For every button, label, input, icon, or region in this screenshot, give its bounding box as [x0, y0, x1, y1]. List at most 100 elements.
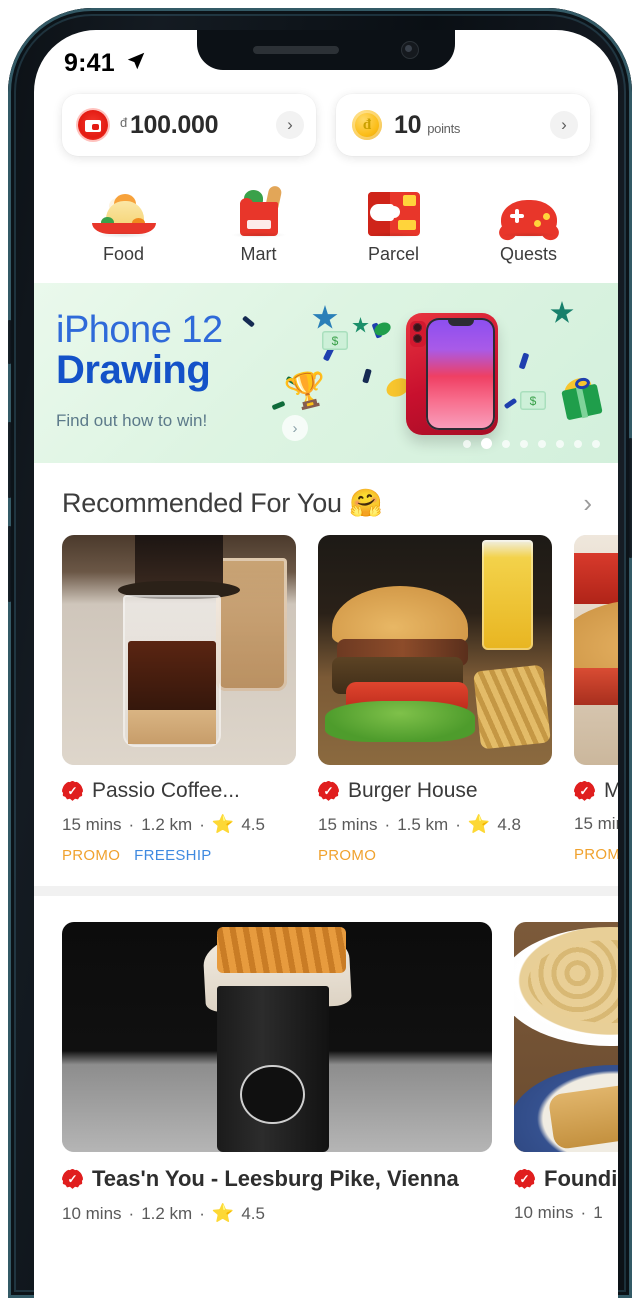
category-item-mart[interactable]: Mart	[191, 178, 326, 265]
rating-value: 4.5	[241, 814, 265, 834]
points-amount-value: 10	[394, 110, 422, 139]
points-chevron-icon[interactable]: ›	[550, 111, 578, 139]
restaurant-meta: 10 mins · 1	[514, 1203, 618, 1223]
wallet-icon	[78, 110, 108, 140]
restaurant-image	[62, 535, 296, 765]
pagination-dot[interactable]	[463, 439, 471, 448]
star-icon: ⭐	[211, 814, 235, 834]
confetti-piece	[271, 400, 286, 411]
meta-separator: ·	[384, 814, 391, 834]
phone-screen: 9:41 đ 100.000 › đ 10 points › Food Mart…	[34, 30, 618, 1298]
category-row: Food Mart Parcel Quests	[34, 168, 618, 283]
restaurant-name-row: ✓ Burger House	[318, 779, 552, 803]
distance: 1.2 km	[141, 814, 193, 834]
pagination-dot[interactable]	[502, 439, 510, 448]
wallet-chevron-icon[interactable]: ›	[276, 111, 304, 139]
recommended-cards-scroll[interactable]: ✓ Passio Coffee... 15 mins · 1.2 km · ⭐ …	[34, 535, 618, 864]
star-decoration	[312, 305, 338, 329]
delivery-time: 10 mins	[514, 1203, 574, 1222]
promo-banner[interactable]: iPhone 12 Drawing Find out how to win! ›	[34, 283, 618, 463]
pagination-dot[interactable]	[520, 439, 528, 448]
restaurant-name-row: ✓ Founding	[514, 1166, 618, 1192]
promo-title-line2: Drawing	[56, 348, 211, 392]
iphone-product-image	[406, 313, 498, 435]
restaurant-card[interactable]: ✓ Teas'n You - Leesburg Pike, Vienna 10 …	[62, 922, 492, 1224]
banner-pagination-dots[interactable]	[463, 438, 600, 449]
restaurant-card[interactable]: ✓ Passio Coffee... 15 mins · 1.2 km · ⭐ …	[62, 535, 296, 864]
location-arrow-icon	[125, 50, 147, 77]
promo-cta-chevron-icon[interactable]: ›	[282, 415, 308, 441]
wallet-amount-value: 100.000	[129, 110, 219, 139]
restaurant-image	[574, 535, 618, 765]
confetti-piece	[503, 397, 518, 410]
restaurant-name-row: ✓ Teas'n You - Leesburg Pike, Vienna	[62, 1166, 492, 1192]
power-button[interactable]	[628, 438, 632, 558]
promo-title-line1: iPhone 12	[56, 309, 223, 351]
pagination-dot[interactable]	[538, 439, 546, 448]
recommended-title: Recommended For You 🤗	[62, 488, 383, 518]
status-time: 9:41	[64, 48, 115, 77]
confetti-piece	[518, 352, 530, 370]
restaurant-name: M	[604, 779, 618, 802]
restaurant-name: Burger House	[348, 779, 478, 802]
category-item-parcel[interactable]: Parcel	[326, 178, 461, 265]
section-divider	[34, 886, 618, 896]
restaurant-name: Passio Coffee...	[92, 779, 240, 802]
restaurant-image	[514, 922, 618, 1152]
coin-icon: đ	[352, 110, 382, 140]
restaurant-name-row: ✓ Passio Coffee...	[62, 779, 296, 803]
mute-switch[interactable]	[8, 320, 12, 364]
category-label-quests: Quests	[499, 244, 558, 264]
restaurant-tags: PROMO	[574, 846, 618, 863]
restaurant-image	[62, 922, 492, 1152]
star-decoration	[550, 301, 574, 323]
verified-badge-icon: ✓	[574, 780, 595, 801]
wallet-amount: đ 100.000	[120, 110, 219, 140]
restaurant-name: Teas'n You - Leesburg Pike, Vienna	[92, 1166, 459, 1191]
points-amount: 10 points	[394, 111, 460, 140]
restaurant-meta: 15 mins · 1.2 km · ⭐ 4.5	[62, 814, 296, 835]
restaurant-name-row: ✓ M	[574, 779, 618, 803]
category-item-food[interactable]: Food	[56, 178, 191, 265]
promo-subtitle: Find out how to win!	[56, 411, 208, 430]
rating-value: 4.8	[497, 814, 521, 834]
nearby-cards-scroll[interactable]: ✓ Teas'n You - Leesburg Pike, Vienna 10 …	[34, 896, 618, 1224]
game-controller-icon	[493, 178, 565, 238]
pagination-dot[interactable]	[556, 439, 564, 448]
grocery-bag-icon	[223, 178, 295, 238]
verified-badge-icon: ✓	[62, 1168, 83, 1189]
restaurant-name: Founding	[544, 1166, 618, 1191]
star-decoration	[352, 317, 369, 333]
money-decoration: $	[520, 391, 546, 410]
pagination-dot-active[interactable]	[481, 438, 492, 449]
tag-promo: PROMO	[62, 847, 121, 864]
recommended-chevron-icon[interactable]: ›	[583, 488, 592, 519]
restaurant-card[interactable]: ✓ Burger House 15 mins · 1.5 km · ⭐ 4.8 …	[318, 535, 552, 864]
pagination-dot[interactable]	[574, 439, 582, 448]
currency-symbol: đ	[120, 114, 127, 130]
wallet-balance-card[interactable]: đ 100.000 ›	[62, 94, 316, 156]
confetti-piece	[241, 315, 256, 328]
category-item-quests[interactable]: Quests	[461, 178, 596, 265]
rating-value: 4.5	[241, 1203, 265, 1223]
volume-down-button[interactable]	[8, 526, 12, 602]
confetti-piece	[362, 368, 372, 384]
meta-separator: ·	[580, 1203, 587, 1222]
restaurant-card[interactable]: ✓ M 15 min PROMO	[574, 535, 618, 864]
points-balance-card[interactable]: đ 10 points ›	[336, 94, 590, 156]
pagination-dot[interactable]	[592, 439, 600, 448]
star-icon: ⭐	[211, 1203, 235, 1223]
promo-banner-text: iPhone 12 Drawing Find out how to win!	[56, 309, 223, 431]
verified-badge-icon: ✓	[318, 780, 339, 801]
restaurant-card[interactable]: ✓ Founding 10 mins · 1	[514, 922, 618, 1224]
verified-badge-icon: ✓	[514, 1168, 535, 1189]
delivery-time: 10 mins	[62, 1203, 122, 1223]
restaurant-tags: PROMO FREESHIP	[62, 847, 296, 864]
delivery-time: 15 mins	[318, 814, 378, 834]
tag-freeship: FREESHIP	[134, 847, 212, 864]
money-decoration: $	[322, 331, 348, 350]
category-label-food: Food	[102, 244, 145, 264]
volume-up-button[interactable]	[8, 422, 12, 498]
meta-separator: ·	[128, 1203, 135, 1223]
star-icon: ⭐	[467, 814, 491, 834]
